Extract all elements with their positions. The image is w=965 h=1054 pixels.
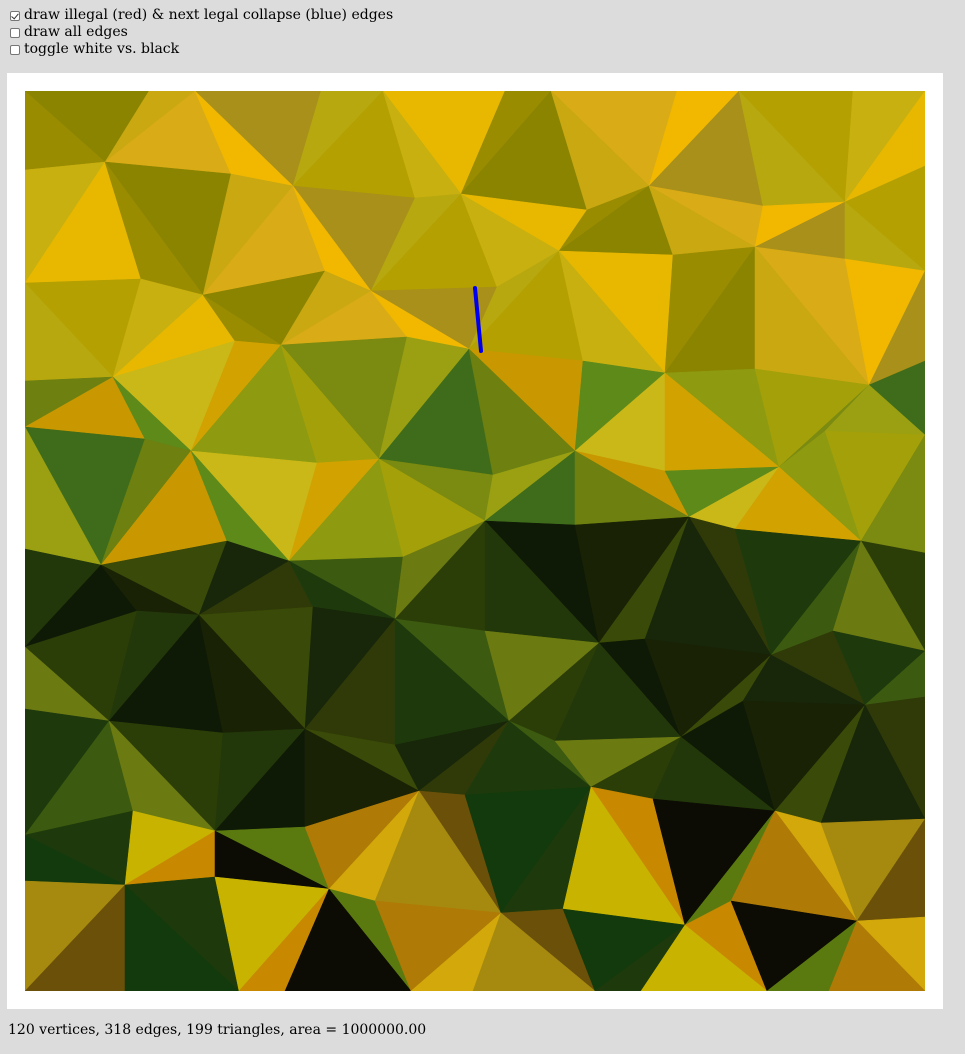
all-edges-checkbox[interactable] [10,27,20,38]
toggle-color-label[interactable]: toggle white vs. black [24,41,179,58]
illegal-edges-option[interactable]: draw illegal (red) & next legal collapse… [10,7,393,24]
toggle-color-option[interactable]: toggle white vs. black [10,41,393,58]
triangle-mesh-canvas[interactable] [25,91,925,991]
status-line: 120 vertices, 318 edges, 199 triangles, … [8,1022,427,1038]
illegal-edges-checkbox[interactable] [10,10,20,21]
all-edges-label[interactable]: draw all edges [24,24,128,41]
illegal-edges-label[interactable]: draw illegal (red) & next legal collapse… [24,7,393,24]
all-edges-option[interactable]: draw all edges [10,24,393,41]
controls-panel: draw illegal (red) & next legal collapse… [10,7,393,58]
toggle-color-checkbox[interactable] [10,44,20,55]
canvas-frame [7,73,943,1009]
